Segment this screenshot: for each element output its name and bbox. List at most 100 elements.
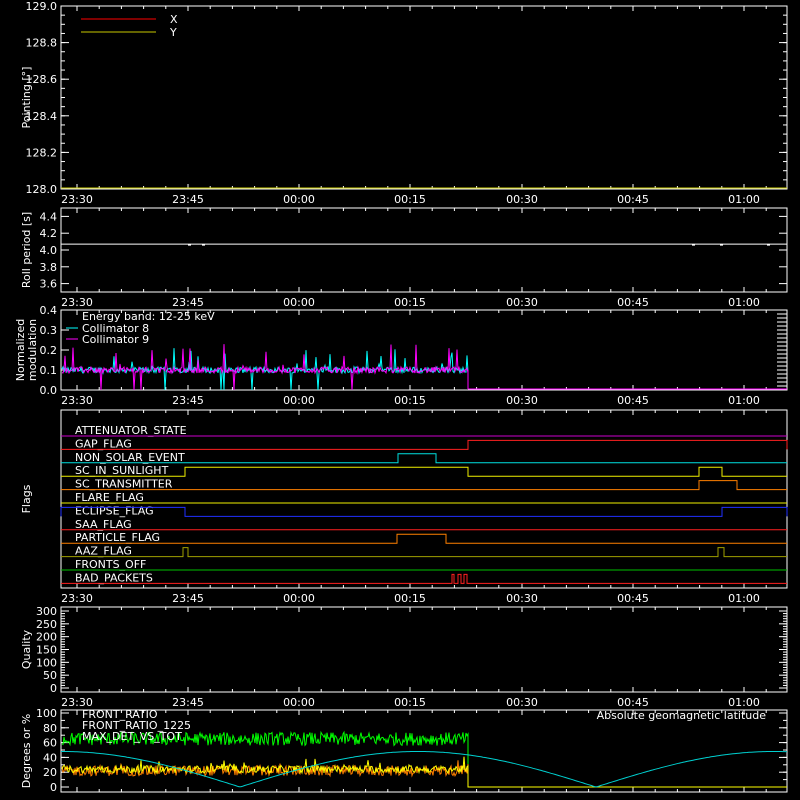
flag-line-aaz_flag xyxy=(61,547,787,558)
quality-ytick-label: 0 xyxy=(50,682,57,695)
roll-ytick-label: 4.4 xyxy=(40,210,58,223)
flags-xtick-label: 00:15 xyxy=(394,592,426,605)
modulation-xtick-label: 23:30 xyxy=(61,394,93,407)
quality-frame xyxy=(60,606,788,693)
roll-xtick-label: 01:00 xyxy=(728,296,760,309)
modulation-ytick-label: 0.0 xyxy=(40,384,58,397)
ratios-series-max-det-vs-tot xyxy=(61,760,787,788)
flag-line-particle_flag xyxy=(61,533,787,544)
modulation-xtick-label: 23:45 xyxy=(172,394,204,407)
pointing-xtick-label: 00:30 xyxy=(506,193,538,206)
flag-label: SC_IN_SUNLIGHT xyxy=(75,464,169,477)
flag-line-gap_flag xyxy=(61,439,788,450)
modulation-xtick-label: 00:30 xyxy=(506,394,538,407)
roll-xtick-label: 23:45 xyxy=(172,296,204,309)
roll-dip xyxy=(202,244,205,246)
flag-line-bad_packets xyxy=(61,573,787,584)
roll-xtick-label: 00:00 xyxy=(283,296,315,309)
pointing-ylabel: Pointing [°] xyxy=(20,67,33,129)
roll-xtick-label: 23:30 xyxy=(61,296,93,309)
roll-ylabel: Roll period [s] xyxy=(20,212,33,288)
ratios-ytick-label: 100 xyxy=(36,707,57,720)
ratios-ylabel: Degrees or % xyxy=(20,714,33,788)
modulation-xtick-label: 00:00 xyxy=(283,394,315,407)
roll-xtick-label: 00:45 xyxy=(617,296,649,309)
flag-label: NON_SOLAR_EVENT xyxy=(75,451,185,464)
flag-line-eclipse_flag xyxy=(60,506,788,517)
quality-ytick-label: 150 xyxy=(36,644,57,657)
pointing-xtick-label: 23:30 xyxy=(61,193,93,206)
flag-label: GAP_FLAG xyxy=(75,437,132,450)
flag-label: AAZ_FLAG xyxy=(75,545,132,558)
ratios-ytick-label: 0 xyxy=(50,781,57,794)
modulation-ylabel: modulation xyxy=(26,319,39,381)
modulation-xtick-label: 00:15 xyxy=(394,394,426,407)
roll-xtick-label: 00:15 xyxy=(394,296,426,309)
roll-ytick-label: 4.2 xyxy=(40,227,58,240)
pointing-xtick-label: 23:45 xyxy=(172,193,204,206)
pointing-legend-label-X: X xyxy=(170,13,178,26)
pointing-xtick-label: 01:00 xyxy=(728,193,760,206)
flags-xtick-label: 23:45 xyxy=(172,592,204,605)
modulation-xtick-label: 00:45 xyxy=(617,394,649,407)
pointing-ytick-label: 128.0 xyxy=(26,183,58,196)
roll-dip xyxy=(692,244,695,246)
flag-label: SC_TRANSMITTER xyxy=(75,478,173,491)
modulation-ytick-label: 0.3 xyxy=(40,324,58,337)
quality-xtick-label: 00:00 xyxy=(283,696,315,709)
ratios-ytick-label: 40 xyxy=(43,751,57,764)
roll-ytick-label: 4.0 xyxy=(40,244,58,257)
roll-ytick-label: 3.6 xyxy=(40,278,58,291)
quality-ytick-label: 50 xyxy=(43,669,57,682)
flag-label: SAA_FLAG xyxy=(75,518,132,531)
flag-line-sc_in_sunlight xyxy=(61,466,787,477)
modulation-ytick-label: 0.1 xyxy=(40,364,58,377)
flags-xtick-label: 00:45 xyxy=(617,592,649,605)
quality-ytick-label: 250 xyxy=(36,618,57,631)
flag-label: ATTENUATOR_STATE xyxy=(75,424,187,437)
roll-dip xyxy=(767,244,770,246)
pointing-legend-label-Y: Y xyxy=(169,26,177,39)
quality-ytick-label: 100 xyxy=(36,656,57,669)
quality-ytick-label: 300 xyxy=(36,605,57,618)
flag-label: ECLIPSE_FLAG xyxy=(75,504,154,517)
quality-xtick-label: 00:15 xyxy=(394,696,426,709)
flags-xtick-label: 01:00 xyxy=(728,592,760,605)
roll-dip xyxy=(188,244,191,246)
quality-xtick-label: 00:45 xyxy=(617,696,649,709)
flag-label: PARTICLE_FLAG xyxy=(75,531,160,544)
ratios-legend-label: MAX_DET_VS_TOT xyxy=(82,730,182,743)
pointing-ytick-label: 128.8 xyxy=(26,37,58,50)
roll-xtick-label: 00:30 xyxy=(506,296,538,309)
flags-ylabel: Flags xyxy=(20,484,33,513)
pointing-ytick-label: 128.2 xyxy=(26,146,58,159)
pointing-xtick-label: 00:15 xyxy=(394,193,426,206)
flag-label: FLARE_FLAG xyxy=(75,491,144,504)
quality-ylabel: Quality xyxy=(20,629,33,669)
quality-xtick-label: 23:45 xyxy=(172,696,204,709)
ratios-ytick-label: 80 xyxy=(43,722,57,735)
chart-canvas: 128.0128.2128.4128.6128.8129.023:30 23:45… xyxy=(14,0,788,794)
roll-frame xyxy=(60,207,788,293)
pointing-xtick-label: 00:00 xyxy=(283,193,315,206)
flags-xtick-label: 00:00 xyxy=(283,592,315,605)
modulation-series-collimator9 xyxy=(61,344,469,391)
modulation-ytick-label: 0.2 xyxy=(40,344,58,357)
flags-xtick-label: 23:30 xyxy=(61,592,93,605)
modulation-ytick-label: 0.4 xyxy=(40,304,58,317)
modulation-xtick-label: 01:00 xyxy=(728,394,760,407)
ratios-ytick-label: 60 xyxy=(43,737,57,750)
quality-xtick-label: 01:00 xyxy=(728,696,760,709)
flag-label: FRONTS_OFF xyxy=(75,558,146,571)
ratios-annotation: Absolute geomagnetic latitude xyxy=(597,709,767,722)
pointing-xtick-label: 00:45 xyxy=(617,193,649,206)
flag-label: BAD_PACKETS xyxy=(75,571,153,584)
modulation-legend-label: Collimator 9 xyxy=(82,333,149,346)
quality-ytick-label: 200 xyxy=(36,631,57,644)
roll-dip xyxy=(720,244,723,246)
flags-xtick-label: 00:30 xyxy=(506,592,538,605)
quality-xtick-label: 00:30 xyxy=(506,696,538,709)
roll-ytick-label: 3.8 xyxy=(40,261,58,274)
ratios-ytick-label: 20 xyxy=(43,766,57,779)
pointing-ytick-label: 129.0 xyxy=(26,0,58,13)
